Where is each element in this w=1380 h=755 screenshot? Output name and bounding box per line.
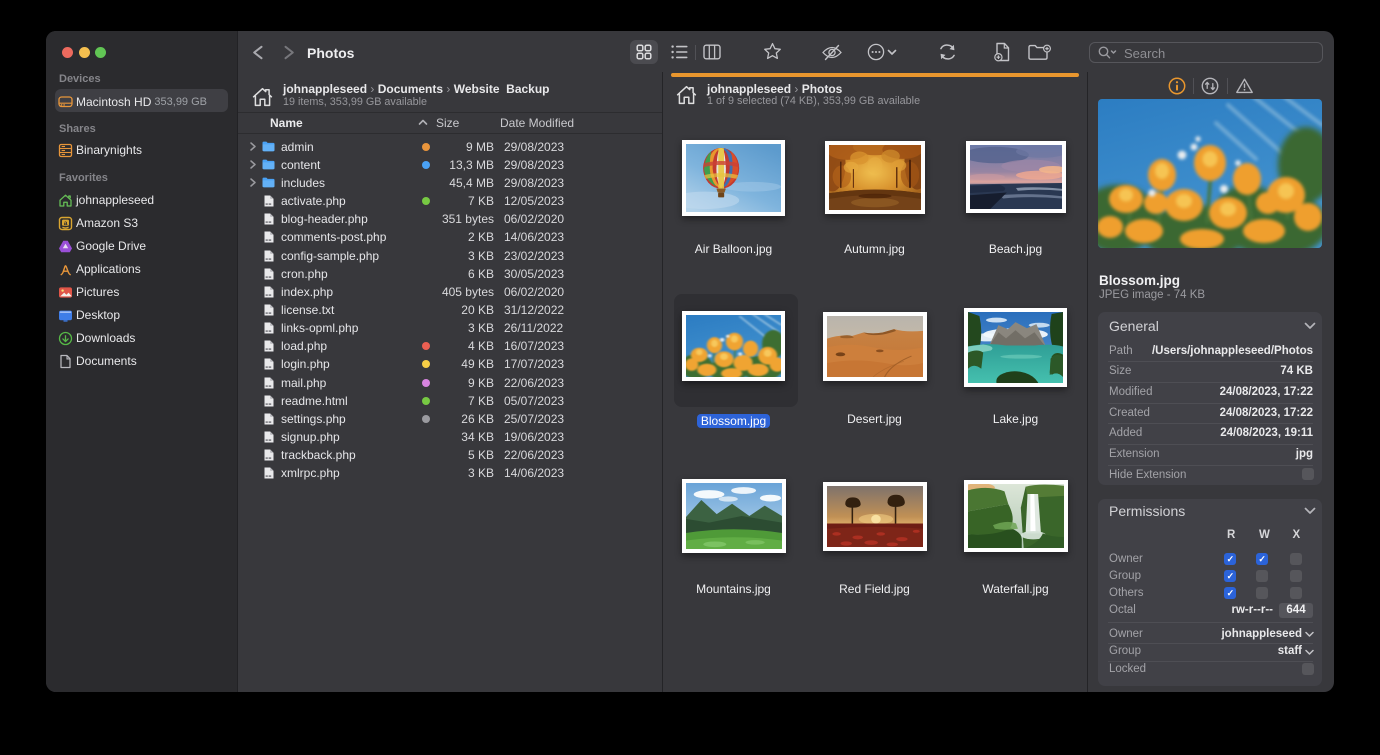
svg-text:a: a <box>64 220 68 227</box>
